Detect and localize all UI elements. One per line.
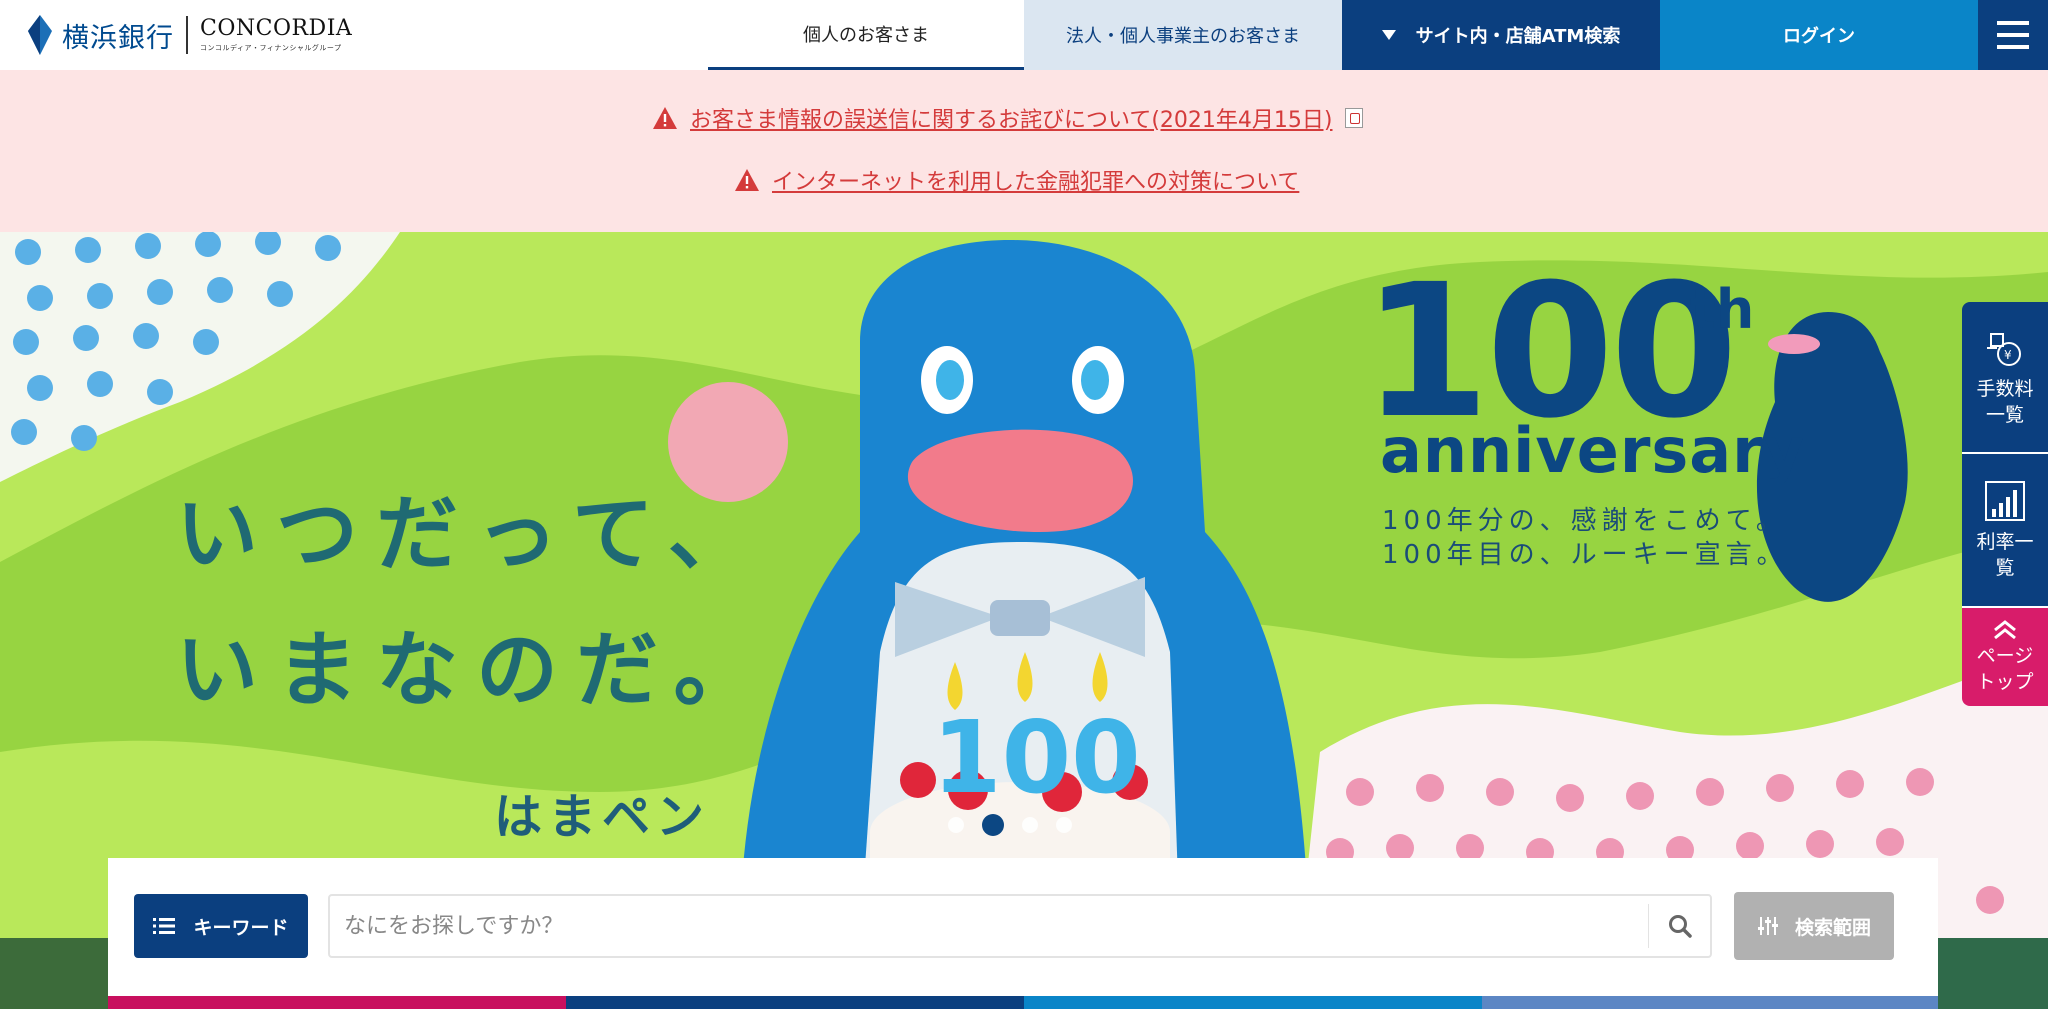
warning-icon: [653, 107, 677, 129]
foliage-image-left: [0, 938, 110, 1009]
category-tab-bar[interactable]: [1024, 996, 1482, 1009]
cake-candle-number: 100: [932, 699, 1141, 816]
search-box: [328, 894, 1712, 958]
alert-banner: お客さま情報の誤送信に関するお詫びについて(2021年4月15日) インターネッ…: [0, 70, 2048, 232]
hamburger-menu-button[interactable]: [1978, 0, 2048, 70]
sliders-icon: [1757, 917, 1778, 935]
anniversary-message: 100年分の、感謝をこめて。: [1382, 506, 1787, 536]
search-icon: [1668, 915, 1692, 938]
rates-list-button[interactable]: 利率一 覧: [1962, 454, 2048, 608]
concordia-logo-text: CONCORDIA: [200, 16, 353, 41]
menu-bar: [1997, 33, 2029, 37]
double-chevron-up-icon: [1994, 620, 2016, 640]
anniversary-message: 100年目の、ルーキー宣言。: [1382, 540, 1788, 570]
search-submit-button[interactable]: [1648, 904, 1710, 948]
nav-tab-personal-label: 個人のお客さま: [803, 24, 929, 46]
logo-divider: [186, 16, 188, 54]
page-top-button[interactable]: ページ トップ: [1962, 608, 2048, 706]
anniversary-suffix: th: [1690, 278, 1755, 341]
alert-text: お客さま情報の誤送信に関するお詫びについて(2021年4月15日): [690, 108, 1333, 133]
site-header: 横浜銀行 CONCORDIA コンコルディア・フィナンシャルグループ 個人のお客…: [0, 0, 2048, 70]
search-scope-button[interactable]: 検索範囲: [1734, 892, 1894, 960]
login-button[interactable]: ログイン: [1660, 0, 1978, 70]
fees-list-button[interactable]: ¥ 手数料 一覧: [1962, 302, 2048, 454]
rates-label-line: 利率一: [1976, 531, 2034, 553]
nav-tab-personal[interactable]: 個人のお客さま: [708, 0, 1024, 70]
alert-text: インターネットを利用した金融犯罪への対策について: [772, 170, 1300, 195]
category-tab-bar[interactable]: [566, 996, 1024, 1009]
keyword-button-label: キーワード: [193, 916, 289, 939]
floating-side-menu: ¥ 手数料 一覧 利率一 覧 ページ トップ: [1962, 302, 2048, 706]
alert-link-fraud[interactable]: インターネットを利用した金融犯罪への対策について: [734, 164, 1299, 196]
keyword-button[interactable]: キーワード: [134, 894, 308, 958]
list-icon: [153, 918, 176, 934]
carousel-dot-active[interactable]: [982, 814, 1004, 836]
svg-text:¥: ¥: [2004, 348, 2012, 362]
pdf-icon: [1344, 108, 1363, 128]
bank-logo[interactable]: 横浜銀行 CONCORDIA コンコルディア・フィナンシャルグループ: [26, 12, 352, 58]
nav-tab-corporate[interactable]: 法人・個人事業主のお客さま: [1024, 0, 1342, 70]
carousel-dot[interactable]: [1022, 817, 1038, 833]
search-input[interactable]: [330, 897, 1648, 955]
alert-link-misdelivery[interactable]: お客さま情報の誤送信に関するお詫びについて(2021年4月15日): [652, 102, 1363, 134]
logo-mark-icon: [28, 15, 52, 55]
warning-icon: [735, 169, 759, 191]
foliage-image-right: [1938, 938, 2048, 1009]
carousel-dot[interactable]: [1056, 817, 1072, 833]
character-name: はまペン: [494, 789, 711, 845]
concordia-logo: CONCORDIA コンコルディア・フィナンシャルグループ: [200, 17, 352, 53]
site-search-label: サイト内・店舗ATM検索: [1415, 26, 1621, 47]
site-search-button[interactable]: サイト内・店舗ATM検索: [1342, 0, 1660, 70]
page-top-label-line: トップ: [1976, 671, 2034, 693]
concordia-logo-subtext: コンコルディア・フィナンシャルグループ: [200, 44, 342, 52]
menu-bar: [1997, 21, 2029, 25]
fees-label-line: 一覧: [1985, 404, 2024, 426]
hero-tagline: いつだって、 いまなのだ。: [176, 467, 774, 739]
login-label: ログイン: [1783, 26, 1855, 47]
hero-tagline-line: いまなのだ。: [176, 623, 774, 718]
triangle-down-icon: [1381, 30, 1396, 40]
category-tab-bar[interactable]: [108, 996, 566, 1009]
logo-text-jp: 横浜銀行: [62, 22, 174, 54]
fees-label-line: 手数料: [1976, 378, 2034, 400]
hero-carousel-slide[interactable]: 100 いつだって、 いまなのだ。 はまペン 100 th anniversar…: [0, 232, 2048, 938]
page-top-label-line: ページ: [1976, 645, 2034, 667]
search-panel: キーワード 検索範囲: [108, 858, 1938, 1009]
menu-bar: [1997, 45, 2029, 49]
bar-chart-icon: [1985, 481, 2025, 521]
fee-icon: ¥: [1987, 333, 2021, 366]
search-scope-label: 検索範囲: [1794, 916, 1871, 939]
hero-tagline-line: いつだって、: [176, 487, 768, 582]
anniversary-word: anniversary: [1380, 414, 1806, 487]
carousel-indicators: [948, 814, 1072, 836]
carousel-dot[interactable]: [948, 817, 964, 833]
nav-tab-corporate-label: 法人・個人事業主のお客さま: [1066, 26, 1300, 47]
rates-label-line: 覧: [1995, 557, 2015, 579]
category-tab-bar[interactable]: [1482, 996, 1938, 1009]
